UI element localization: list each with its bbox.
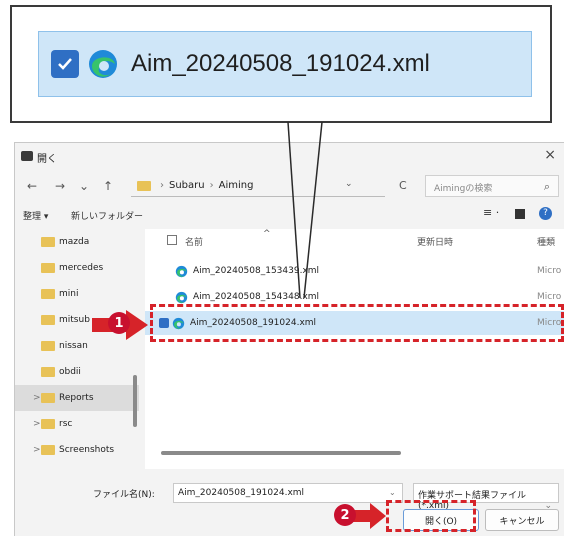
folder-icon (41, 419, 55, 429)
back-arrow-icon[interactable]: ← (27, 179, 37, 193)
folder-icon (41, 341, 55, 351)
edge-icon (175, 291, 188, 303)
zoom-callout: Aim_20240508_191024.xml (10, 5, 552, 123)
sidebar-item-mercedes[interactable]: mercedes (15, 255, 139, 281)
edge-icon (175, 265, 188, 277)
folder-icon (41, 237, 55, 247)
sidebar-item-reports[interactable]: > Reports (15, 385, 139, 411)
up-arrow-icon[interactable]: ↑ (103, 179, 113, 193)
navigation-bar: ← → ⌄ ↑ › Subaru › Aiming ⌄ C Aimingの検索 … (15, 171, 564, 201)
select-all-checkbox[interactable] (167, 235, 177, 245)
file-list: 名前 ^ 更新日時 種類 Aim_20240508_153439.xml Mic… (145, 229, 564, 469)
horizontal-scrollbar[interactable] (161, 451, 401, 455)
step1-highlight (150, 304, 564, 342)
folder-icon (41, 367, 55, 377)
file-name: Aim_20240508_154348.xml (193, 292, 320, 302)
folder-icon (41, 263, 55, 273)
step2-highlight (386, 500, 476, 532)
step2-badge: 2 (334, 504, 356, 526)
search-icon: ⌕ (543, 180, 550, 193)
column-header-type[interactable]: 種類 (537, 235, 555, 248)
column-header-name[interactable]: 名前 (185, 235, 203, 248)
help-icon[interactable]: ? (539, 207, 552, 220)
checkbox-checked-icon (51, 50, 79, 78)
file-type: Micro (537, 292, 562, 302)
organize-menu[interactable]: 整理 ▾ (23, 209, 48, 222)
sidebar-scrollbar[interactable] (133, 375, 137, 427)
forward-arrow-icon[interactable]: → (55, 179, 65, 193)
sidebar-item-mazda[interactable]: mazda (15, 229, 139, 255)
navigation-pane: mazda mercedes mini mitsub nissan obdii … (15, 229, 141, 469)
sort-indicator-icon: ^ (263, 229, 271, 239)
chevron-right-icon: › (209, 180, 214, 191)
new-folder-button[interactable]: 新しいフォルダー (71, 209, 143, 222)
dialog-footer: ファイル名(N): Aim_20240508_191024.xml ⌄ 作業サポ… (15, 475, 564, 535)
callout-filename: Aim_20240508_191024.xml (131, 50, 430, 77)
folder-icon (137, 180, 151, 191)
search-placeholder: Aimingの検索 (434, 184, 493, 194)
folder-icon (41, 445, 55, 455)
filename-label: ファイル名(N): (93, 490, 155, 500)
dialog-title: 開く (37, 154, 57, 165)
file-row[interactable]: Aim_20240508_153439.xml Micro (145, 259, 564, 283)
folder-icon (41, 289, 55, 299)
breadcrumb-subaru[interactable]: Subaru (169, 180, 205, 191)
folder-icon (41, 393, 55, 403)
callout-file-row: Aim_20240508_191024.xml (38, 31, 532, 97)
chevron-down-icon[interactable]: ⌄ (345, 179, 353, 189)
app-icon (21, 151, 33, 161)
sidebar-item-obdii[interactable]: obdii (15, 359, 139, 385)
filename-input[interactable]: Aim_20240508_191024.xml (173, 483, 403, 503)
command-bar: 整理 ▾ 新しいフォルダー ≡ · ? (15, 203, 564, 227)
chevron-down-icon[interactable]: ⌄ (389, 488, 396, 497)
search-input[interactable]: Aimingの検索 ⌕ (425, 175, 559, 197)
folder-icon (41, 315, 55, 325)
view-options-icon[interactable]: ≡ · (483, 206, 499, 219)
step1-badge: 1 (108, 312, 130, 334)
chevron-right-icon: › (160, 180, 164, 191)
file-name: Aim_20240508_153439.xml (193, 266, 320, 276)
close-button[interactable]: × (544, 147, 556, 163)
file-type: Micro (537, 266, 562, 276)
edge-icon (89, 50, 117, 78)
sidebar-item-rsc[interactable]: > rsc (15, 411, 139, 437)
sidebar-item-mini[interactable]: mini (15, 281, 139, 307)
preview-pane-icon[interactable] (515, 209, 525, 219)
recent-locations-icon[interactable]: ⌄ (79, 179, 89, 193)
title-bar: 開く × (15, 143, 564, 169)
sidebar-item-screenshots[interactable]: > Screenshots (15, 437, 139, 463)
cancel-button[interactable]: キャンセル (485, 509, 559, 531)
column-header-modified[interactable]: 更新日時 (417, 235, 453, 248)
refresh-icon[interactable]: C (399, 179, 407, 192)
breadcrumb-aiming[interactable]: Aiming (219, 180, 254, 191)
